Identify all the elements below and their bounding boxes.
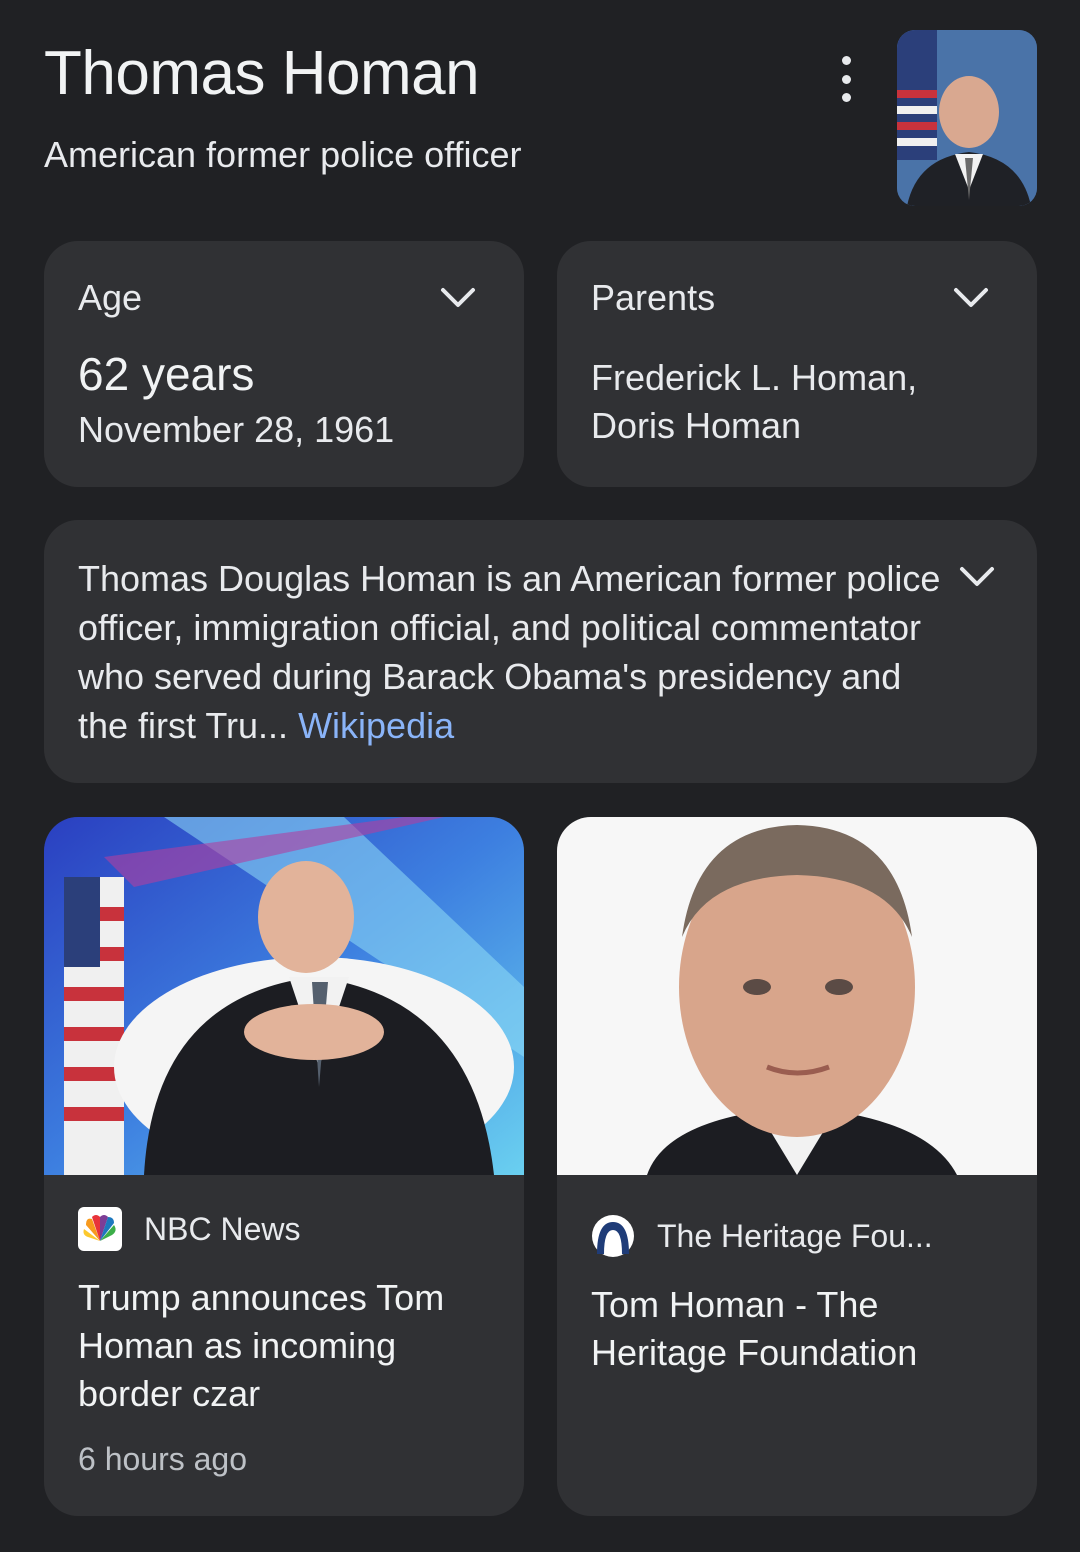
knowledge-panel: Thomas Homan American former police offi…	[0, 0, 1080, 1552]
chevron-down-icon[interactable]	[953, 287, 989, 309]
news-card-heritage[interactable]: The Heritage Fou... Tom Homan - The Heri…	[557, 817, 1037, 1516]
news-source-name: NBC News	[144, 1210, 301, 1247]
news-image-illustration	[557, 817, 1037, 1175]
news-image	[44, 817, 524, 1175]
description-body: Thomas Douglas Homan is an American form…	[78, 558, 941, 746]
age-card[interactable]: Age 62 years November 28, 1961	[44, 241, 524, 487]
news-source: NBC News	[78, 1207, 300, 1251]
description-card[interactable]: Thomas Douglas Homan is an American form…	[44, 520, 1037, 783]
parent-name-1[interactable]: Frederick L. Homan,	[591, 357, 917, 399]
wikipedia-link[interactable]: Wikipedia	[298, 705, 454, 746]
description-text: Thomas Douglas Homan is an American form…	[78, 554, 958, 750]
news-source-name: The Heritage Fou...	[657, 1217, 933, 1254]
news-headline[interactable]: Trump announces Tom Homan as incoming bo…	[78, 1274, 498, 1418]
portrait-illustration	[897, 30, 1037, 206]
news-timestamp: 6 hours ago	[78, 1441, 248, 1477]
news-image-illustration	[44, 817, 524, 1175]
entity-portrait-image[interactable]	[897, 30, 1037, 206]
entity-subtitle: American former police officer	[44, 134, 522, 175]
age-label: Age	[78, 277, 143, 318]
nbc-peacock-logo	[78, 1207, 122, 1251]
news-headline[interactable]: Tom Homan - The Heritage Foundation	[591, 1281, 1011, 1377]
parents-card[interactable]: Parents Frederick L. Homan, Doris Homan	[557, 241, 1037, 487]
news-source: The Heritage Fou...	[591, 1214, 933, 1258]
more-vert-icon	[841, 56, 851, 65]
more-options-button[interactable]	[826, 56, 866, 102]
parent-name-2[interactable]: Doris Homan	[591, 405, 801, 447]
chevron-down-icon[interactable]	[440, 287, 476, 309]
chevron-down-icon[interactable]	[959, 566, 995, 588]
heritage-bell-logo	[592, 1215, 634, 1257]
parents-label: Parents	[591, 277, 716, 318]
age-value: 62 years	[78, 348, 255, 400]
entity-title: Thomas Homan	[44, 39, 480, 108]
news-image	[557, 817, 1037, 1175]
news-card-nbc[interactable]: NBC News Trump announces Tom Homan as in…	[44, 817, 524, 1516]
birth-date: November 28, 1961	[78, 409, 395, 450]
